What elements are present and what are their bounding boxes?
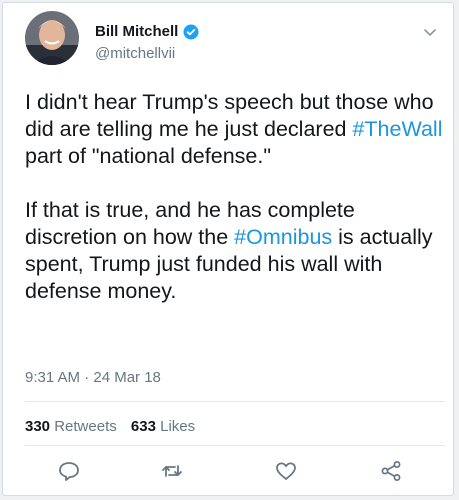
reply-icon[interactable] — [57, 459, 81, 483]
likes-count: 633 — [130, 418, 156, 435]
tweet-card: Bill Mitchell @mitchellvii I didn't hear… — [2, 2, 454, 496]
likes-stat[interactable]: 633 Likes — [131, 418, 195, 435]
tweet-text: I didn't hear Trump's speech but those w… — [25, 89, 445, 305]
chevron-down-icon[interactable] — [423, 25, 437, 43]
divider — [25, 401, 445, 402]
likes-label: Likes — [160, 418, 196, 435]
tweet-timestamp[interactable]: 9:31 AM · 24 Mar 18 — [25, 369, 161, 386]
hashtag-thewall-link[interactable]: #TheWall — [352, 117, 442, 141]
author-name[interactable]: Bill Mitchell — [95, 23, 178, 40]
avatar[interactable] — [25, 11, 79, 65]
retweets-stat[interactable]: 330 Retweets — [25, 418, 117, 435]
author-handle[interactable]: @mitchellvii — [95, 45, 175, 62]
tweet-paragraph-2: If that is true, and he has complete dis… — [25, 197, 445, 305]
tweet-paragraph-1: I didn't hear Trump's speech but those w… — [25, 89, 445, 170]
author-name-row[interactable]: Bill Mitchell — [95, 23, 199, 40]
tweet-actions — [3, 459, 455, 483]
retweets-count: 330 — [25, 418, 51, 435]
retweet-icon[interactable] — [160, 459, 184, 483]
verified-badge-icon — [183, 24, 199, 40]
tweet-stats: 330 Retweets 633 Likes — [25, 418, 205, 435]
like-icon[interactable] — [274, 459, 298, 483]
divider — [25, 445, 445, 446]
retweets-label: Retweets — [54, 418, 117, 435]
hashtag-omnibus-link[interactable]: #Omnibus — [234, 225, 332, 249]
tweet-text-segment: part of "national defense." — [25, 144, 271, 168]
share-icon[interactable] — [379, 459, 403, 483]
